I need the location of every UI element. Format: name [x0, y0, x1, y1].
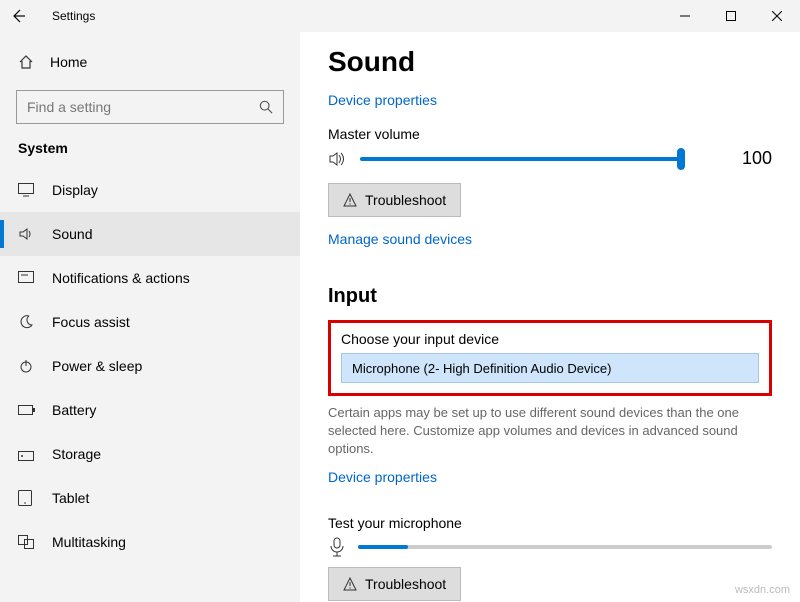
sidebar: Home System Display: [0, 32, 300, 602]
page-title: Sound: [328, 46, 772, 78]
troubleshoot-button[interactable]: Troubleshoot: [328, 183, 461, 217]
nav-item-multitasking[interactable]: Multitasking: [0, 520, 300, 564]
nav-label: Display: [52, 182, 98, 198]
nav-label: Notifications & actions: [52, 270, 190, 286]
volume-row: 100: [328, 148, 772, 169]
input-device-select[interactable]: Microphone (2- High Definition Audio Dev…: [341, 353, 759, 383]
back-button[interactable]: [10, 8, 46, 24]
notifications-icon: [18, 271, 36, 285]
troubleshoot-button-2[interactable]: Troubleshoot: [328, 567, 461, 601]
speaker-icon[interactable]: [328, 149, 348, 169]
input-device-value: Microphone (2- High Definition Audio Dev…: [352, 361, 611, 376]
minimize-button[interactable]: [662, 0, 708, 32]
input-heading: Input: [328, 285, 772, 308]
nav-home[interactable]: Home: [0, 42, 300, 82]
maximize-button[interactable]: [708, 0, 754, 32]
moon-icon: [18, 314, 36, 330]
mic-level-bar: [358, 545, 772, 549]
device-properties-link-2[interactable]: Device properties: [328, 469, 437, 485]
close-icon: [772, 11, 782, 21]
nav-item-notifications[interactable]: Notifications & actions: [0, 256, 300, 300]
nav-item-storage[interactable]: Storage: [0, 432, 300, 476]
watermark: wsxdn.com: [735, 584, 790, 596]
nav-label: Battery: [52, 402, 96, 418]
search-field[interactable]: [27, 99, 259, 115]
search-icon: [259, 100, 273, 114]
nav-label: Sound: [52, 226, 92, 242]
mic-test-row: [328, 537, 772, 557]
test-mic-label: Test your microphone: [328, 515, 772, 531]
battery-icon: [18, 404, 36, 416]
breadcrumb: System: [0, 136, 300, 168]
nav-item-focus[interactable]: Focus assist: [0, 300, 300, 344]
display-icon: [18, 183, 36, 197]
close-button[interactable]: [754, 0, 800, 32]
mic-level-fill: [358, 545, 408, 549]
troubleshoot-label-2: Troubleshoot: [365, 576, 446, 592]
warning-icon: [343, 577, 357, 591]
nav-label: Multitasking: [52, 534, 126, 550]
main-content: Sound Device properties Master volume 10…: [300, 32, 800, 602]
input-help-text: Certain apps may be set up to use differ…: [328, 404, 758, 459]
nav-item-tablet[interactable]: Tablet: [0, 476, 300, 520]
troubleshoot-label: Troubleshoot: [365, 192, 446, 208]
volume-value: 100: [718, 148, 772, 169]
warning-icon: [343, 193, 357, 207]
nav-label: Power & sleep: [52, 358, 142, 374]
nav-item-battery[interactable]: Battery: [0, 388, 300, 432]
nav-label: Tablet: [52, 490, 89, 506]
volume-slider[interactable]: [360, 157, 682, 161]
highlight-box: Choose your input device Microphone (2- …: [328, 320, 772, 396]
master-volume-label: Master volume: [328, 126, 772, 142]
arrow-left-icon: [10, 8, 26, 24]
manage-devices-link[interactable]: Manage sound devices: [328, 231, 472, 247]
nav-list: Display Sound Notifications & actions: [0, 168, 300, 602]
tablet-icon: [18, 490, 36, 506]
sound-icon: [18, 226, 36, 242]
home-icon: [18, 54, 34, 70]
minimize-icon: [680, 11, 690, 21]
titlebar: Settings: [0, 0, 800, 32]
nav-item-display[interactable]: Display: [0, 168, 300, 212]
microphone-icon: [328, 537, 346, 557]
nav-home-label: Home: [50, 54, 87, 70]
power-icon: [18, 358, 36, 374]
multitask-icon: [18, 535, 36, 549]
nav-item-sound[interactable]: Sound: [0, 212, 300, 256]
device-properties-link[interactable]: Device properties: [328, 92, 437, 108]
nav-item-power[interactable]: Power & sleep: [0, 344, 300, 388]
maximize-icon: [726, 11, 736, 21]
storage-icon: [18, 447, 36, 461]
nav-label: Focus assist: [52, 314, 130, 330]
slider-thumb[interactable]: [677, 148, 685, 170]
search-input[interactable]: [16, 90, 284, 124]
choose-input-label: Choose your input device: [341, 331, 759, 347]
window-title: Settings: [52, 9, 95, 23]
nav-label: Storage: [52, 446, 101, 462]
